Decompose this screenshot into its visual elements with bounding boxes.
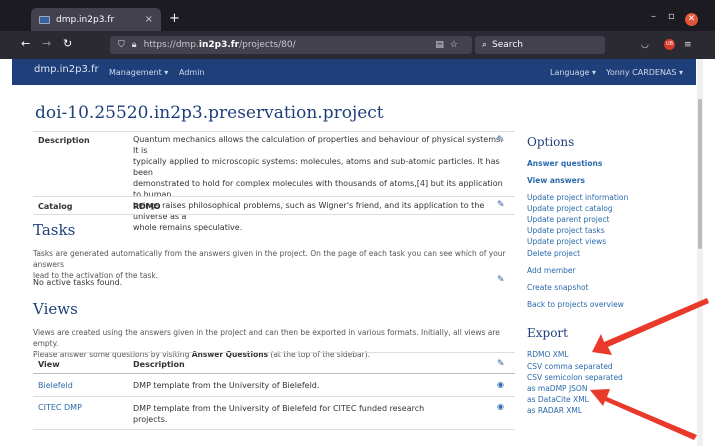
tasks-heading: Tasks bbox=[33, 221, 76, 239]
divider bbox=[33, 429, 515, 430]
eye-icon[interactable]: ◉ bbox=[497, 402, 504, 411]
update-project-tasks-link[interactable]: Update project tasks bbox=[527, 226, 605, 235]
divider bbox=[33, 396, 515, 397]
export-madmp-json-link[interactable]: as maDMP JSON bbox=[527, 384, 587, 393]
back-to-projects-link[interactable]: Back to projects overview bbox=[527, 300, 624, 309]
maximize-icon[interactable]: ▫ bbox=[668, 11, 675, 22]
export-radar-xml-link[interactable]: as RADAR XML bbox=[527, 406, 582, 415]
forward-arrow-icon[interactable]: → bbox=[42, 37, 51, 50]
url-path: /projects/80/ bbox=[239, 40, 296, 50]
back-arrow-icon[interactable]: ← bbox=[21, 37, 30, 50]
shield-icon[interactable]: ⛉ bbox=[118, 40, 125, 50]
scrollbar-thumb[interactable] bbox=[698, 99, 702, 249]
update-project-catalog-link[interactable]: Update project catalog bbox=[527, 204, 613, 213]
views-col-view: View bbox=[38, 360, 60, 369]
description-line: beings raises philosophical problems, su… bbox=[133, 201, 485, 221]
url-host: in2p3.fr bbox=[198, 40, 240, 50]
divider bbox=[33, 352, 515, 353]
update-project-views-link[interactable]: Update project views bbox=[527, 237, 606, 246]
views-description: Views are created using the answers give… bbox=[33, 327, 523, 360]
view-description: DMP template from the University of Biel… bbox=[133, 381, 320, 390]
divider bbox=[33, 131, 515, 132]
menu-management[interactable]: Management ▾ bbox=[109, 68, 168, 77]
menu-admin[interactable]: Admin bbox=[179, 68, 205, 77]
menu-user[interactable]: Yonny CARDENAS ▾ bbox=[606, 68, 683, 77]
tasks-text-line: Tasks are generated automatically from t… bbox=[33, 249, 506, 269]
view-link-citec-dmp[interactable]: CITEC DMP bbox=[38, 403, 82, 412]
annotation-arrow-lower bbox=[590, 389, 697, 440]
extension-icon[interactable]: UB bbox=[664, 39, 675, 50]
export-rdmo-xml-link[interactable]: RDMO XML bbox=[527, 350, 569, 359]
create-snapshot-link[interactable]: Create snapshot bbox=[527, 283, 589, 292]
minimize-icon[interactable]: – bbox=[651, 11, 656, 22]
browser-tab-bar: dmp.in2p3.fr × + – ▫ ✕ bbox=[0, 0, 715, 31]
new-tab-button[interactable]: + bbox=[169, 11, 180, 26]
view-answers-link[interactable]: View answers bbox=[527, 176, 585, 185]
page-scrollbar[interactable] bbox=[697, 59, 703, 446]
tab-close-button[interactable]: × bbox=[145, 14, 153, 25]
divider bbox=[33, 214, 515, 215]
export-heading: Export bbox=[527, 326, 568, 340]
project-description: Quantum mechanics allows the calculation… bbox=[133, 134, 503, 233]
search-placeholder: Search bbox=[492, 40, 523, 50]
catalog-label: Catalog bbox=[38, 202, 73, 211]
description-line: typically applied to microscopic systems… bbox=[133, 157, 500, 177]
divider bbox=[33, 373, 515, 374]
answer-questions-link[interactable]: Answer questions bbox=[527, 159, 602, 168]
update-parent-project-link[interactable]: Update parent project bbox=[527, 215, 610, 224]
tab-title: dmp.in2p3.fr bbox=[56, 14, 115, 25]
url-bar[interactable]: ⛉ 🔒︎ https://dmp. in2p3.fr/projects/80/ ▤… bbox=[110, 36, 472, 54]
divider bbox=[33, 196, 515, 197]
edit-tasks-pencil-icon[interactable]: ✎ bbox=[497, 275, 505, 285]
edit-description-pencil-icon[interactable]: ✎ bbox=[497, 135, 505, 145]
views-text-line: Views are created using the answers give… bbox=[33, 328, 500, 348]
bookmark-star-icon[interactable]: ▤☆ bbox=[435, 40, 464, 50]
views-heading: Views bbox=[33, 300, 78, 318]
export-csv-semicolon-link[interactable]: CSV semicolon separated bbox=[527, 373, 623, 382]
tasks-empty-message: No active tasks found. bbox=[33, 278, 123, 287]
views-text-line: Please answer some questions by visiting… bbox=[33, 349, 523, 360]
pocket-icon[interactable]: ◡ bbox=[641, 40, 649, 50]
add-member-link[interactable]: Add member bbox=[527, 266, 576, 275]
edit-views-pencil-icon[interactable]: ✎ bbox=[497, 359, 505, 369]
lock-icon[interactable]: 🔒︎ bbox=[132, 40, 137, 50]
window-close-button[interactable]: ✕ bbox=[685, 13, 698, 26]
description-line: whole remains speculative. bbox=[133, 223, 243, 232]
delete-project-link[interactable]: Delete project bbox=[527, 249, 580, 258]
url-scheme: https://dmp. bbox=[143, 40, 199, 50]
view-description: DMP template from the University of Biel… bbox=[133, 403, 424, 425]
menu-language[interactable]: Language ▾ bbox=[550, 68, 596, 77]
browser-tab[interactable]: dmp.in2p3.fr × bbox=[31, 8, 161, 31]
options-heading: Options bbox=[527, 135, 575, 149]
view-description-line: DMP template from the University of Biel… bbox=[133, 404, 425, 413]
views-col-description: Description bbox=[133, 360, 185, 369]
search-icon: ⌕ bbox=[482, 40, 488, 50]
edit-catalog-pencil-icon[interactable]: ✎ bbox=[497, 200, 505, 210]
browser-search-bar[interactable]: ⌕ Search bbox=[475, 36, 605, 54]
view-description-line: projects. bbox=[133, 415, 168, 424]
export-csv-comma-link[interactable]: CSV comma separated bbox=[527, 362, 613, 371]
tasks-description: Tasks are generated automatically from t… bbox=[33, 248, 523, 281]
page-title: doi-10.25520.in2p3.preservation.project bbox=[35, 103, 384, 123]
view-link-bielefeld[interactable]: Bielefeld bbox=[38, 381, 73, 390]
catalog-value: RDMO bbox=[133, 202, 161, 211]
description-label: Description bbox=[38, 136, 90, 145]
description-line: Quantum mechanics allows the calculation… bbox=[133, 135, 503, 155]
menu-icon[interactable]: ≡ bbox=[684, 40, 692, 50]
reload-icon[interactable]: ↻ bbox=[63, 37, 72, 50]
export-datacite-xml-link[interactable]: as DataCite XML bbox=[527, 395, 589, 404]
eye-icon[interactable]: ◉ bbox=[497, 380, 504, 389]
site-favicon-icon bbox=[39, 15, 50, 24]
site-brand[interactable]: dmp.in2p3.fr bbox=[34, 64, 99, 75]
update-project-information-link[interactable]: Update project information bbox=[527, 193, 628, 202]
